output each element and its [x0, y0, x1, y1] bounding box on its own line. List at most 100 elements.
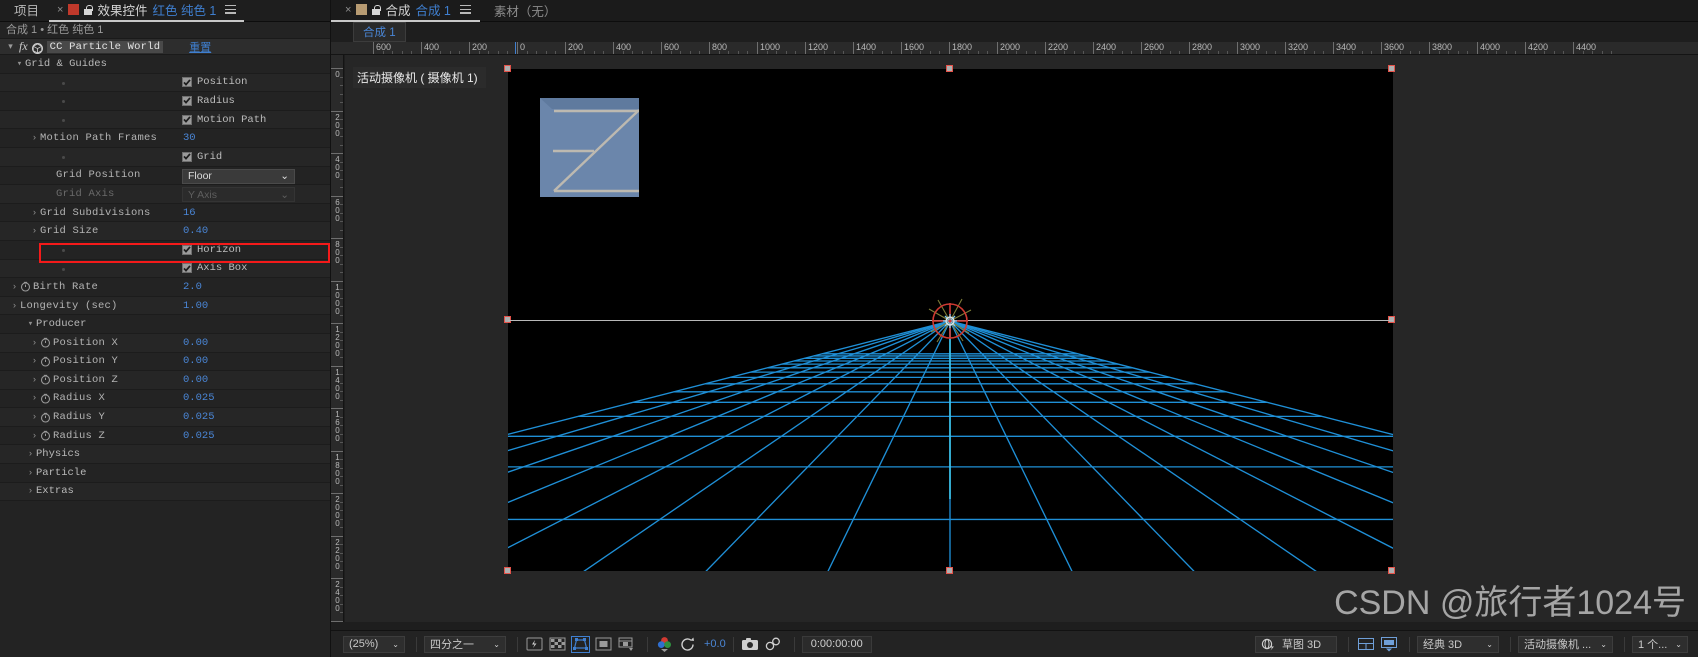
- tab-footage[interactable]: 素材（无）: [480, 1, 571, 20]
- property-value[interactable]: 0.00: [183, 337, 208, 349]
- twirl-icon[interactable]: ›: [29, 208, 40, 218]
- property-row-longevity[interactable]: › Longevity (sec) 1.00: [0, 296, 330, 316]
- property-row-grid-axis[interactable]: Grid Axis Y Axis ⌄: [0, 185, 330, 204]
- property-row-particle[interactable]: › Particle: [0, 464, 330, 483]
- twirl-icon[interactable]: ▾: [25, 319, 36, 329]
- checkbox-grid[interactable]: [182, 151, 192, 162]
- property-row-position-z[interactable]: › Position Z 0.00: [0, 371, 330, 390]
- timeline-icon[interactable]: [617, 636, 636, 653]
- region-of-interest-icon[interactable]: [571, 635, 590, 653]
- stopwatch-icon[interactable]: [40, 356, 51, 367]
- property-row-grid-guides[interactable]: ▾ Grid & Guides: [0, 55, 330, 74]
- twirl-icon[interactable]: ›: [29, 338, 40, 348]
- view-count-select[interactable]: 1 个... ⌄: [1632, 635, 1688, 653]
- property-value[interactable]: 2.0: [183, 281, 202, 293]
- property-row-axis-box[interactable]: Axis Box: [0, 259, 330, 279]
- twirl-icon[interactable]: ›: [29, 431, 40, 441]
- twirl-icon[interactable]: ›: [29, 226, 40, 236]
- vertical-ruler[interactable]: 0200400600800100012001400160018002000220…: [331, 55, 344, 622]
- stopwatch-icon[interactable]: [20, 281, 31, 292]
- property-row-physics[interactable]: › Physics: [0, 445, 330, 465]
- panel-menu-icon[interactable]: [225, 5, 237, 14]
- property-row-producer[interactable]: ▾ Producer: [0, 315, 330, 334]
- renderer-select[interactable]: 经典 3D ⌄: [1417, 635, 1499, 653]
- checkbox-horizon[interactable]: [182, 244, 192, 255]
- exposure-value[interactable]: +0.0: [704, 638, 726, 650]
- twirl-icon[interactable]: ›: [25, 449, 36, 459]
- exposure-icon[interactable]: [678, 636, 697, 653]
- checkbox-motion-path[interactable]: [182, 114, 192, 125]
- chevron-down-icon[interactable]: ▾: [6, 41, 15, 52]
- share-view-icon[interactable]: [1379, 636, 1398, 653]
- close-icon[interactable]: ×: [57, 4, 63, 16]
- panel-menu-icon[interactable]: [459, 5, 471, 14]
- twirl-icon[interactable]: ›: [29, 375, 40, 385]
- fast-preview-icon[interactable]: [525, 636, 544, 653]
- canvas-area[interactable]: 活动摄像机 ( 摄像机 1) CSDN @旅行者1024号: [345, 55, 1698, 622]
- twirl-icon[interactable]: ›: [9, 301, 20, 311]
- grid-view-icon[interactable]: [1356, 636, 1375, 653]
- twirl-icon[interactable]: ›: [29, 412, 40, 422]
- property-row-horizon[interactable]: Horizon: [0, 240, 330, 260]
- twirl-icon[interactable]: ›: [9, 282, 20, 292]
- property-row-grid-size[interactable]: › Grid Size 0.40: [0, 222, 330, 241]
- property-row-position-x[interactable]: › Position X 0.00: [0, 333, 330, 353]
- property-row-radius[interactable]: Radius: [0, 92, 330, 111]
- composition-frame[interactable]: [504, 65, 1395, 574]
- layer-handle-bl[interactable]: [504, 567, 511, 574]
- effect-header-row[interactable]: ▾ fx CC Particle World 重置: [0, 38, 330, 55]
- anchor-point-gizmo[interactable]: [927, 298, 973, 344]
- snapshot-icon[interactable]: [741, 636, 760, 653]
- property-row-position-y[interactable]: › Position Y 0.00: [0, 352, 330, 372]
- property-row-grid[interactable]: Grid: [0, 147, 330, 167]
- tab-composition[interactable]: × 合成 合成 1: [331, 0, 480, 22]
- twirl-icon[interactable]: ▾: [14, 59, 25, 69]
- property-value[interactable]: 0.025: [183, 430, 215, 442]
- property-row-motion-path-frames[interactable]: › Motion Path Frames 30: [0, 129, 330, 148]
- twirl-icon[interactable]: ›: [25, 486, 36, 496]
- lock-icon[interactable]: [84, 4, 93, 15]
- twirl-icon[interactable]: ›: [25, 468, 36, 478]
- property-row-extras[interactable]: › Extras: [0, 482, 330, 502]
- property-row-birth-rate[interactable]: › Birth Rate 2.0: [0, 278, 330, 297]
- twirl-icon[interactable]: ›: [29, 133, 40, 143]
- property-row-radius-z[interactable]: › Radius Z 0.025: [0, 426, 330, 446]
- property-value[interactable]: 0.00: [183, 355, 208, 367]
- stopwatch-icon[interactable]: [40, 337, 51, 348]
- horizontal-ruler[interactable]: 600 400 200 0 200 400 600 800 1000 1200 1400 1600 18…: [331, 42, 1698, 55]
- property-row-position[interactable]: Position: [0, 73, 330, 93]
- lock-icon[interactable]: [372, 4, 381, 15]
- layer-handle-bc[interactable]: [946, 567, 953, 574]
- channels-icon[interactable]: [655, 636, 674, 653]
- property-row-motion-path[interactable]: Motion Path: [0, 110, 330, 130]
- property-value[interactable]: 0.00: [183, 374, 208, 386]
- property-value[interactable]: 1.00: [183, 300, 208, 312]
- close-icon[interactable]: ×: [345, 4, 351, 16]
- layer-handle-tc[interactable]: [946, 65, 953, 72]
- stopwatch-icon[interactable]: [40, 412, 51, 423]
- checkbox-position[interactable]: [182, 77, 192, 88]
- resolution-select[interactable]: 四分之一 ⌄: [424, 635, 506, 653]
- checkbox-radius[interactable]: [182, 95, 192, 106]
- property-row-radius-y[interactable]: › Radius Y 0.025: [0, 408, 330, 427]
- draft-3d-toggle[interactable]: 草图 3D: [1255, 635, 1337, 653]
- mask-shape-icon[interactable]: [594, 636, 613, 653]
- property-value[interactable]: 0.40: [183, 225, 208, 237]
- stopwatch-icon[interactable]: [40, 374, 51, 385]
- stopwatch-icon[interactable]: [40, 430, 51, 441]
- property-value[interactable]: 0.025: [183, 411, 215, 423]
- transparency-grid-icon[interactable]: [548, 636, 567, 653]
- tab-project[interactable]: 项目: [0, 0, 49, 22]
- layer-handle-br[interactable]: [1388, 567, 1395, 574]
- property-row-grid-position[interactable]: Grid Position Floor ⌄: [0, 166, 330, 186]
- view-select[interactable]: 活动摄像机 ... ⌄: [1518, 635, 1613, 653]
- twirl-icon[interactable]: ›: [29, 393, 40, 403]
- property-value[interactable]: 0.025: [183, 392, 215, 404]
- zoom-level-select[interactable]: (25%) ⌄: [343, 635, 405, 653]
- property-value[interactable]: 30: [183, 132, 196, 144]
- reset-button[interactable]: 重置: [189, 39, 211, 55]
- effect-name[interactable]: CC Particle World: [46, 40, 164, 53]
- tab-effect-controls[interactable]: × 效果控件 红色 纯色 1: [49, 0, 245, 22]
- current-time-field[interactable]: 0:00:00:00: [801, 635, 872, 653]
- property-row-radius-x[interactable]: › Radius X 0.025: [0, 389, 330, 409]
